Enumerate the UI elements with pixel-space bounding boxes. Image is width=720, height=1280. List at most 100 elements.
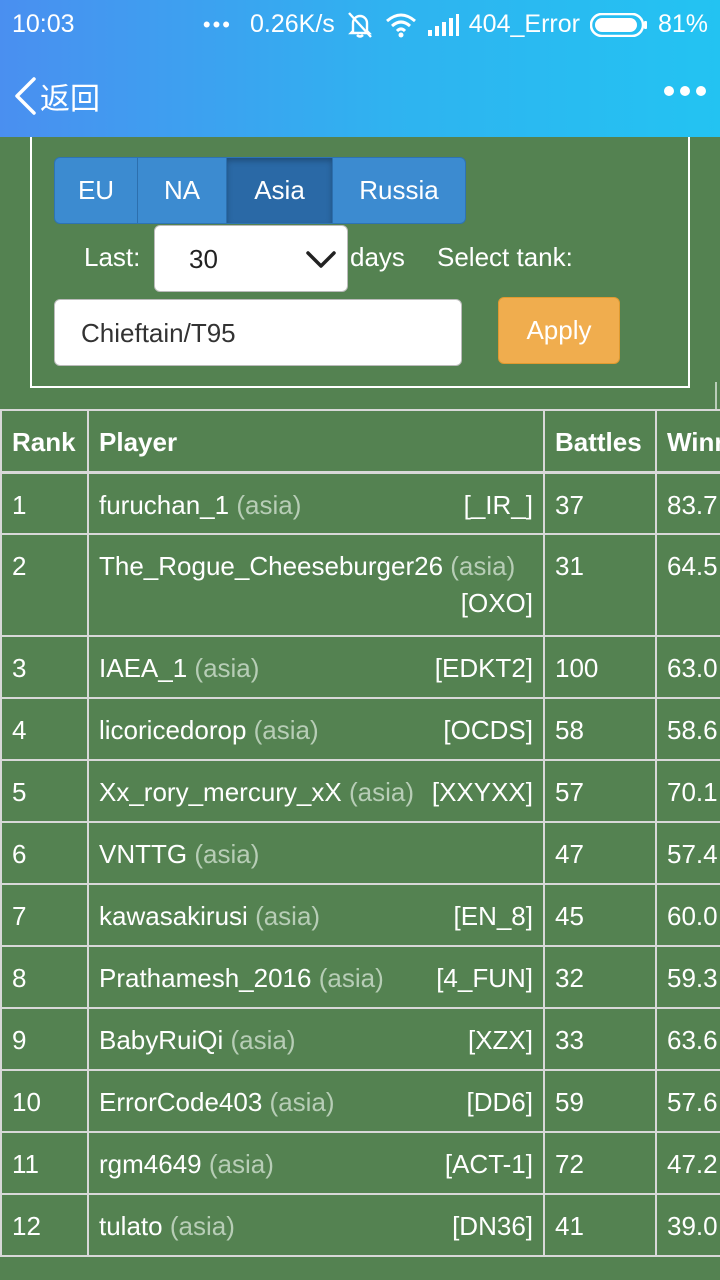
clan-tag[interactable]: [DD6] xyxy=(467,1087,533,1118)
winrate-cell: 57.4 xyxy=(655,821,720,885)
player-name[interactable]: Prathamesh_2016 xyxy=(99,963,311,993)
player-cell: Prathamesh_2016 (asia) [4_FUN] xyxy=(87,945,545,1009)
battles-cell: 33 xyxy=(543,1007,657,1071)
player-name[interactable]: VNTTG xyxy=(99,839,187,869)
winrate-cell: 59.3 xyxy=(655,945,720,1009)
table-row: 2 The_Rogue_Cheeseburger26 (asia) [OXO] … xyxy=(0,533,720,637)
player-name[interactable]: tulato xyxy=(99,1211,163,1241)
more-dots-icon: ••• xyxy=(202,11,232,37)
winrate-cell: 57.6 xyxy=(655,1069,720,1133)
player-name[interactable]: Xx_rory_mercury_xX xyxy=(99,777,342,807)
status-right: ••• 0.26K/s 404_Error 81% xyxy=(203,10,708,39)
region-tab-asia[interactable]: Asia xyxy=(227,158,333,223)
player-name[interactable]: The_Rogue_Cheeseburger26 xyxy=(99,551,443,581)
scroll-indicator xyxy=(715,382,717,410)
player-region: (asia) xyxy=(255,901,321,931)
tank-input[interactable]: Chieftain/T95 xyxy=(54,299,462,366)
column-header-winrate[interactable]: Winr xyxy=(655,409,720,473)
winrate-cell: 63.6 xyxy=(655,1007,720,1071)
player-region: (asia) xyxy=(318,963,384,993)
days-select[interactable]: 30 xyxy=(154,225,348,292)
clan-tag[interactable]: [OXO] xyxy=(99,588,533,619)
battles-cell: 100 xyxy=(543,635,657,699)
table-row: 12 tulato (asia) [DN36] 41 39.0 xyxy=(0,1193,720,1257)
winrate-cell: 39.0 xyxy=(655,1193,720,1257)
table-row: 10 ErrorCode403 (asia) [DD6] 59 57.6 xyxy=(0,1069,720,1133)
rank-cell: 12 xyxy=(0,1193,89,1257)
region-tab-eu[interactable]: EU xyxy=(55,158,138,223)
clan-tag[interactable]: [EDKT2] xyxy=(435,653,533,684)
signal-icon xyxy=(427,13,459,36)
rank-cell: 4 xyxy=(0,697,89,761)
player-region: (asia) xyxy=(169,1211,235,1241)
table-row: 1 furuchan_1 (asia) [_IR_] 37 83.7 xyxy=(0,471,720,535)
player-region: (asia) xyxy=(348,777,414,807)
region-tab-na[interactable]: NA xyxy=(138,158,227,223)
filter-panel: EU NA Asia Russia Last: 30 days Select t… xyxy=(30,137,690,388)
more-dot xyxy=(680,86,690,96)
region-tab-russia[interactable]: Russia xyxy=(333,158,465,223)
clan-tag[interactable]: [_IR_] xyxy=(464,490,533,521)
app-bar: 返回 xyxy=(0,60,720,130)
player-cell: tulato (asia) [DN36] xyxy=(87,1193,545,1257)
battles-cell: 57 xyxy=(543,759,657,823)
clan-tag[interactable]: [4_FUN] xyxy=(436,963,533,994)
apply-button[interactable]: Apply xyxy=(498,297,620,364)
player-cell: kawasakirusi (asia) [EN_8] xyxy=(87,883,545,947)
winrate-cell: 70.1 xyxy=(655,759,720,823)
network-speed: 0.26K/s xyxy=(250,10,335,38)
clan-tag[interactable]: [OCDS] xyxy=(443,715,533,746)
more-dot xyxy=(696,86,706,96)
player-name[interactable]: kawasakirusi xyxy=(99,901,248,931)
table-row: 8 Prathamesh_2016 (asia) [4_FUN] 32 59.3 xyxy=(0,945,720,1009)
table-row: 7 kawasakirusi (asia) [EN_8] 45 60.0 xyxy=(0,883,720,947)
player-cell: licoricedorop (asia) [OCDS] xyxy=(87,697,545,761)
rank-cell: 5 xyxy=(0,759,89,823)
winrate-cell: 58.6 xyxy=(655,697,720,761)
table-row: 4 licoricedorop (asia) [OCDS] 58 58.6 xyxy=(0,697,720,761)
carrier-name: 404_Error xyxy=(468,10,580,38)
column-header-battles[interactable]: Battles xyxy=(543,409,657,473)
player-cell: Xx_rory_mercury_xX (asia) [XXYXX] xyxy=(87,759,545,823)
more-menu-button[interactable] xyxy=(664,86,706,96)
battery-icon xyxy=(589,12,648,37)
battery-percent: 81% xyxy=(657,10,708,38)
winrate-cell: 60.0 xyxy=(655,883,720,947)
player-name[interactable]: IAEA_1 xyxy=(99,653,187,683)
winrate-cell: 83.7 xyxy=(655,471,720,535)
leaderboard-table: Rank Player Battles Winr 1 furuchan_1 (a… xyxy=(0,409,720,1259)
table-row: 6 VNTTG (asia) 47 57.4 xyxy=(0,821,720,885)
days-select-value: 30 xyxy=(189,244,218,274)
player-name[interactable]: furuchan_1 xyxy=(99,490,229,520)
chevron-down-icon xyxy=(306,251,336,268)
column-header-player[interactable]: Player xyxy=(87,409,545,473)
rank-cell: 10 xyxy=(0,1069,89,1133)
player-region: (asia) xyxy=(230,1025,296,1055)
clan-tag[interactable]: [ACT-1] xyxy=(445,1149,533,1180)
clan-tag[interactable]: [XXYXX] xyxy=(432,777,533,808)
back-button[interactable]: 返回 xyxy=(12,74,100,118)
player-cell: VNTTG (asia) xyxy=(87,821,545,885)
last-label: Last: xyxy=(84,242,141,272)
rank-cell: 6 xyxy=(0,821,89,885)
battles-cell: 37 xyxy=(543,471,657,535)
wifi-icon xyxy=(385,13,416,37)
chevron-left-icon xyxy=(15,77,36,115)
column-header-rank[interactable]: Rank xyxy=(0,409,89,473)
player-name[interactable]: ErrorCode403 xyxy=(99,1087,262,1117)
winrate-cell: 47.2 xyxy=(655,1131,720,1195)
player-name[interactable]: rgm4649 xyxy=(99,1149,202,1179)
player-name[interactable]: BabyRuiQi xyxy=(99,1025,223,1055)
clan-tag[interactable]: [XZX] xyxy=(468,1025,533,1056)
back-label: 返回 xyxy=(40,83,100,116)
top-bar: 10:03 ••• 0.26K/s 404_Error 81% 返回 xyxy=(0,0,720,137)
select-tank-label: Select tank: xyxy=(437,242,573,272)
status-bar: 10:03 ••• 0.26K/s 404_Error 81% xyxy=(0,0,720,52)
player-name[interactable]: licoricedorop xyxy=(99,715,246,745)
status-time: 10:03 xyxy=(12,10,75,38)
player-cell: The_Rogue_Cheeseburger26 (asia) [OXO] xyxy=(87,533,545,637)
clan-tag[interactable]: [EN_8] xyxy=(454,901,534,932)
player-cell: IAEA_1 (asia) [EDKT2] xyxy=(87,635,545,699)
clan-tag[interactable]: [DN36] xyxy=(452,1211,533,1242)
player-cell: ErrorCode403 (asia) [DD6] xyxy=(87,1069,545,1133)
